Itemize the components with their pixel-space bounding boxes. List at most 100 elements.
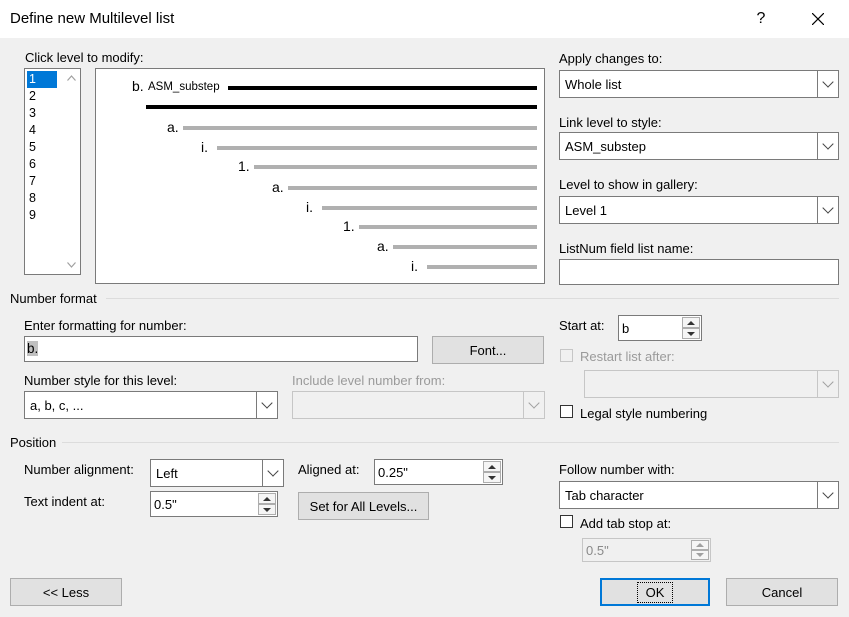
dialog-title: Define new Multilevel list bbox=[10, 10, 175, 27]
legal-style-label: Legal style numbering bbox=[580, 406, 708, 421]
follow-number-combo[interactable]: Tab character bbox=[559, 481, 839, 509]
scroll-up-icon[interactable] bbox=[67, 75, 76, 81]
less-button[interactable]: << Less bbox=[10, 578, 122, 606]
format-input[interactable]: b. bbox=[24, 336, 418, 362]
start-at-spinner[interactable]: b bbox=[618, 315, 702, 341]
preview-number-5: a. bbox=[272, 179, 284, 195]
preview-line-9 bbox=[427, 265, 537, 269]
font-button[interactable]: Font... bbox=[432, 336, 544, 364]
apply-changes-value: Whole list bbox=[565, 77, 622, 92]
include-level-combo[interactable] bbox=[292, 391, 545, 419]
follow-number-label: Follow number with: bbox=[559, 462, 675, 477]
spin-up-icon[interactable] bbox=[682, 317, 700, 328]
chevron-down-icon[interactable] bbox=[817, 71, 838, 97]
set-all-levels-button[interactable]: Set for All Levels... bbox=[298, 492, 429, 520]
ok-button[interactable]: OK bbox=[600, 578, 710, 606]
spin-up-icon[interactable] bbox=[691, 540, 709, 550]
level-item-9[interactable]: 9 bbox=[27, 207, 57, 224]
include-level-label: Include level number from: bbox=[292, 373, 446, 388]
restart-list-checkbox[interactable] bbox=[560, 349, 573, 362]
chevron-down-icon[interactable] bbox=[817, 482, 838, 508]
level-item-1[interactable]: 1 bbox=[27, 71, 57, 88]
restart-list-label: Restart list after: bbox=[580, 349, 675, 364]
preview-number-3: i. bbox=[201, 139, 208, 155]
chevron-down-icon[interactable] bbox=[817, 371, 838, 397]
level-listbox[interactable]: 1 2 3 4 5 6 7 8 9 bbox=[24, 68, 81, 275]
number-style-combo[interactable]: a, b, c, ... bbox=[24, 391, 278, 419]
link-level-combo[interactable]: ASM_substep bbox=[559, 132, 839, 160]
list-preview: b. ASM_substep a. i. 1. a. i. 1. a. i. bbox=[95, 68, 545, 284]
number-style-value: a, b, c, ... bbox=[30, 398, 84, 413]
preview-line-3 bbox=[217, 146, 537, 150]
text-indent-value: 0.5" bbox=[154, 497, 177, 512]
level-item-2[interactable]: 2 bbox=[27, 88, 57, 105]
add-tab-stop-label: Add tab stop at: bbox=[580, 516, 672, 531]
preview-line-5 bbox=[288, 186, 537, 190]
gallery-level-value: Level 1 bbox=[565, 203, 607, 218]
aligned-at-value: 0.25" bbox=[378, 465, 408, 480]
position-heading: Position bbox=[10, 435, 57, 450]
link-level-label: Link level to style: bbox=[559, 115, 662, 130]
spin-down-icon[interactable] bbox=[691, 550, 709, 560]
preview-line-8 bbox=[393, 245, 537, 249]
tab-stop-value: 0.5" bbox=[586, 543, 609, 558]
spin-up-icon[interactable] bbox=[483, 461, 501, 472]
gallery-level-combo[interactable]: Level 1 bbox=[559, 196, 839, 224]
preview-number-9: i. bbox=[411, 258, 418, 274]
preview-line-2 bbox=[183, 126, 537, 130]
add-tab-stop-checkbox[interactable] bbox=[560, 515, 573, 528]
preview-number-7: 1. bbox=[343, 218, 355, 234]
cancel-button[interactable]: Cancel bbox=[726, 578, 838, 606]
text-indent-spinner[interactable]: 0.5" bbox=[150, 491, 278, 517]
level-item-8[interactable]: 8 bbox=[27, 190, 57, 207]
level-scrollbar[interactable] bbox=[63, 69, 80, 274]
preview-number-8: a. bbox=[377, 238, 389, 254]
chevron-down-icon[interactable] bbox=[523, 392, 544, 418]
legal-style-checkbox[interactable] bbox=[560, 405, 573, 418]
preview-number-6: i. bbox=[306, 199, 313, 215]
spin-up-icon[interactable] bbox=[258, 493, 276, 504]
level-item-4[interactable]: 4 bbox=[27, 122, 57, 139]
follow-number-value: Tab character bbox=[565, 488, 644, 503]
preview-line-1b bbox=[146, 105, 537, 109]
restart-list-combo[interactable] bbox=[584, 370, 839, 398]
help-button[interactable]: ? bbox=[738, 0, 784, 38]
aligned-at-spinner[interactable]: 0.25" bbox=[374, 459, 503, 485]
aligned-at-label: Aligned at: bbox=[298, 462, 360, 477]
start-at-value: b bbox=[622, 321, 630, 336]
enter-format-label: Enter formatting for number: bbox=[24, 318, 187, 333]
scroll-down-icon[interactable] bbox=[67, 262, 76, 268]
position-divider bbox=[62, 442, 839, 443]
number-format-heading: Number format bbox=[10, 291, 97, 306]
apply-changes-label: Apply changes to: bbox=[559, 51, 663, 66]
chevron-down-icon[interactable] bbox=[262, 460, 283, 486]
listnum-label: ListNum field list name: bbox=[559, 241, 694, 256]
preview-number-2: a. bbox=[167, 119, 179, 135]
format-value: b. bbox=[27, 341, 39, 356]
ok-button-label: OK bbox=[636, 581, 674, 603]
chevron-down-icon[interactable] bbox=[817, 133, 838, 159]
level-item-7[interactable]: 7 bbox=[27, 173, 57, 190]
number-alignment-label: Number alignment: bbox=[24, 462, 134, 477]
link-level-value: ASM_substep bbox=[565, 139, 646, 154]
level-item-6[interactable]: 6 bbox=[27, 156, 57, 173]
listnum-input[interactable] bbox=[559, 259, 839, 285]
preview-line-4 bbox=[254, 165, 537, 169]
text-indent-label: Text indent at: bbox=[24, 494, 105, 509]
start-at-label: Start at: bbox=[559, 318, 605, 333]
chevron-down-icon[interactable] bbox=[817, 197, 838, 223]
level-item-5[interactable]: 5 bbox=[27, 139, 57, 156]
preview-line-7 bbox=[359, 225, 537, 229]
level-item-3[interactable]: 3 bbox=[27, 105, 57, 122]
number-alignment-combo[interactable]: Left bbox=[150, 459, 284, 487]
close-button[interactable] bbox=[795, 0, 841, 38]
spin-down-icon[interactable] bbox=[483, 472, 501, 483]
apply-changes-combo[interactable]: Whole list bbox=[559, 70, 839, 98]
spin-down-icon[interactable] bbox=[258, 504, 276, 515]
preview-line-1 bbox=[228, 86, 537, 90]
spin-down-icon[interactable] bbox=[682, 328, 700, 339]
tab-stop-spinner[interactable]: 0.5" bbox=[582, 538, 711, 562]
number-format-divider bbox=[106, 298, 839, 299]
gallery-level-label: Level to show in gallery: bbox=[559, 177, 698, 192]
chevron-down-icon[interactable] bbox=[256, 392, 277, 418]
